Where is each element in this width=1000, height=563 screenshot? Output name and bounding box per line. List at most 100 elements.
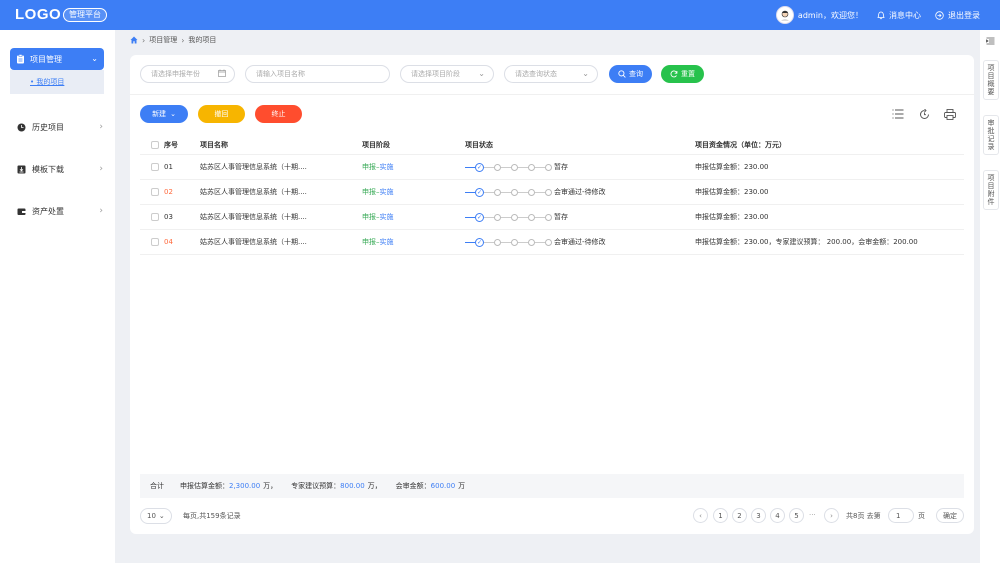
row-status-steps: ✓ [465,205,552,229]
messages-label: 消息中心 [889,10,921,20]
next-page-button[interactable]: › [824,508,839,523]
page-button[interactable]: 5 [789,508,804,523]
header-no: 序号 [164,140,178,149]
chevron-down-icon: ⌄ [91,54,98,63]
tab-approval-records[interactable]: 审批记录 [983,115,999,155]
sidebar-item-assets[interactable]: 资产处置 › [17,203,103,219]
sidebar-subitem-my-projects[interactable]: • 我的项目 [10,70,104,94]
withdraw-button[interactable]: 撤回 [198,105,245,123]
row-funds: 申报估算金额：230.00 [695,163,769,171]
row-no: 03 [164,213,173,221]
sidebar-item-project-management[interactable]: 项目管理 ⌄ [10,48,104,70]
progress-steps: ✓ [465,162,552,172]
collapse-panel-icon[interactable] [980,30,1000,52]
refresh-icon[interactable] [917,107,931,121]
tab-project-attachments[interactable]: 项目附件 [983,170,999,210]
row-funds: 申报估算金额：230.00 [695,213,769,221]
calendar-icon [218,69,226,79]
page-button[interactable]: 3 [751,508,766,523]
platform-badge: 管理平台 [63,8,107,22]
row-project-name[interactable]: 姑苏区人事管理信息系统（十期.... [200,205,307,229]
new-button[interactable]: 新建 ⌄ [140,105,188,123]
progress-steps: ✓ [465,212,552,222]
sidebar: 项目管理 ⌄ • 我的项目 历史项目 › 模板下载 › 资产处置 › [0,30,115,563]
status-select[interactable]: 请选查询状态 ⌄ [504,65,598,83]
name-placeholder: 请输入项目名称 [256,70,305,78]
chevron-down-icon: ⌄ [158,512,165,520]
logout-link[interactable]: 退出登录 [935,10,980,21]
page-ellipsis: ··· [809,511,816,519]
print-icon[interactable] [943,107,957,121]
chevron-right-icon: › [142,35,146,45]
table-row[interactable]: 01 姑苏区人事管理信息系统（十期.... 申报 – 实施 ✓ 暂存 申报估算金额：… [140,155,964,180]
table-row[interactable]: 02 姑苏区人事管理信息系统（十期.... 申报 – 实施 ✓ 会审通过-待修改 申… [140,180,964,205]
row-no: 01 [164,163,173,171]
search-button[interactable]: 查询 [609,65,652,83]
summary-unit: 万， [367,482,382,490]
top-bar: LOGO 管理平台 admin，欢迎您！ 消息中心 退出登录 [0,0,1000,30]
row-status-text: 暂存 [554,213,568,221]
main-panel: 请选择申报年份 请输入项目名称 请选择项目阶段 ⌄ 请选查询状态 ⌄ 查询 重置… [130,55,974,534]
breadcrumb-item[interactable]: 项目管理 [149,35,177,45]
stage-placeholder: 请选择项目阶段 [411,70,460,78]
reset-button[interactable]: 重置 [661,65,704,83]
prev-page-button[interactable]: ‹ [693,508,708,523]
user-face-icon [780,10,789,21]
row-checkbox[interactable] [151,188,159,196]
divider [130,94,974,95]
jump-page-input[interactable]: 1 [888,508,914,523]
row-project-name[interactable]: 姑苏区人事管理信息系统（十期.... [200,180,307,204]
tab-project-summary[interactable]: 项目概要 [983,60,999,100]
phase-declare: 申报 [362,188,376,196]
row-checkbox[interactable] [151,238,159,246]
row-checkbox[interactable] [151,213,159,221]
phase-declare: 申报 [362,163,376,171]
sidebar-item-templates[interactable]: 模板下载 › [17,161,103,177]
sidebar-item-label: 历史项目 [32,122,64,132]
search-label: 查询 [629,70,643,78]
refresh-icon [670,70,678,78]
row-status-steps: ✓ [465,180,552,204]
list-view-icon[interactable] [891,107,905,121]
avatar[interactable] [775,6,794,24]
page-button[interactable]: 4 [770,508,785,523]
user-menu[interactable]: admin，欢迎您！ [775,6,863,24]
page-button[interactable]: 2 [732,508,747,523]
project-table: 序号 项目名称 项目阶段 项目状态 项目资金情况（单位：万元） 01 姑苏区人事… [140,135,964,255]
year-select[interactable]: 请选择申报年份 [140,65,235,83]
stage-select[interactable]: 请选择项目阶段 ⌄ [400,65,494,83]
table-row[interactable]: 03 姑苏区人事管理信息系统（十期.... 申报 – 实施 ✓ 暂存 申报估算金额：… [140,205,964,230]
page-size-select[interactable]: 10 ⌄ [140,508,172,524]
clipboard-icon [17,54,24,64]
row-status-text: 会审通过-待修改 [554,238,606,246]
sidebar-subitem-label: • 我的项目 [30,78,65,86]
summary-review-label: 会审金额： [395,482,431,490]
phase-implement: 实施 [379,163,394,171]
row-checkbox[interactable] [151,163,159,171]
select-all-checkbox[interactable] [151,140,159,149]
page-unit: 页 [918,512,925,520]
terminate-label: 终止 [271,110,286,118]
table-row[interactable]: 04 姑苏区人事管理信息系统（十期.... 申报 – 实施 ✓ 会审通过-待修改 申… [140,230,964,255]
project-name-input[interactable]: 请输入项目名称 [245,65,390,83]
row-phase: 申报 – 实施 [362,188,394,196]
terminate-button[interactable]: 终止 [255,105,302,123]
header-status: 项目状态 [465,140,493,149]
chevron-right-icon: › [99,164,103,174]
progress-steps: ✓ [465,187,552,197]
phase-declare: 申报 [362,238,376,246]
row-project-name[interactable]: 姑苏区人事管理信息系统（十期.... [200,230,307,254]
record-info: 每页,共159条记录 [183,512,241,520]
row-project-name[interactable]: 姑苏区人事管理信息系统（十期.... [200,155,307,179]
sidebar-item-history[interactable]: 历史项目 › [17,119,103,135]
jump-confirm-button[interactable]: 确定 [936,508,964,523]
messages-link[interactable]: 消息中心 [877,10,921,21]
phase-implement: 实施 [379,188,394,196]
withdraw-label: 撤回 [214,110,229,118]
home-icon[interactable] [130,36,138,44]
year-placeholder: 请选择申报年份 [151,70,200,78]
status-placeholder: 请选查询状态 [515,70,557,78]
page-button[interactable]: 1 [713,508,728,523]
summary-label: 合计 [150,482,164,490]
chevron-down-icon: ⌄ [478,69,485,78]
